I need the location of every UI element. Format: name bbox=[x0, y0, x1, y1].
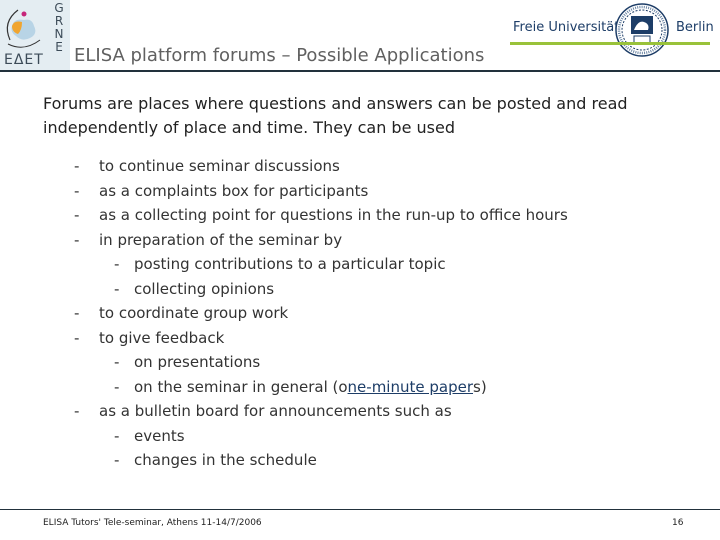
bullet-dash: - bbox=[74, 181, 80, 200]
bullet-text: on presentations bbox=[134, 353, 261, 371]
bullet-list: - to continue seminar discussions - as a… bbox=[0, 154, 720, 473]
bullet-item: - in preparation of the seminar by bbox=[0, 228, 720, 253]
bullet-item: - to coordinate group work bbox=[0, 301, 720, 326]
fu-logo-text-berlin: Berlin bbox=[676, 20, 714, 35]
footer-event-text: ELISA Tutors' Tele-seminar, Athens 11-14… bbox=[43, 518, 262, 528]
bullet-text: to give feedback bbox=[99, 328, 225, 347]
bullet-dash: - bbox=[74, 157, 80, 175]
slide-title: ELISA platform forums – Possible Applica… bbox=[74, 45, 485, 66]
grnet-emblem-icon bbox=[6, 9, 41, 48]
logo-accent-line bbox=[510, 42, 710, 45]
footer-divider bbox=[0, 509, 720, 510]
sub-bullet-item: - on presentations bbox=[0, 350, 720, 375]
university-seal-icon bbox=[615, 3, 669, 57]
one-minute-papers-link[interactable]: ne-minute paper bbox=[348, 378, 473, 396]
bullet-dash: - bbox=[74, 304, 80, 322]
bullet-dash: - bbox=[74, 206, 80, 224]
bullet-dash: - bbox=[114, 377, 120, 396]
bullet-dash: - bbox=[74, 402, 80, 420]
bullet-text: in preparation of the seminar by bbox=[99, 230, 343, 249]
grnet-letters: G R N E bbox=[49, 2, 69, 54]
bullet-text: to coordinate group work bbox=[99, 304, 289, 322]
bullet-item: - as a bulletin board for announcements … bbox=[0, 399, 720, 424]
bullet-text: as a collecting point for questions in t… bbox=[99, 206, 568, 224]
bullet-text: collecting opinions bbox=[134, 279, 275, 298]
bullet-item: - as a collecting point for questions in… bbox=[0, 203, 720, 228]
bullet-dash: - bbox=[114, 451, 120, 469]
bullet-dash: - bbox=[114, 426, 120, 445]
title-divider bbox=[0, 70, 720, 72]
bullet-text: events bbox=[134, 426, 185, 445]
bullet-item: - to give feedback bbox=[0, 326, 720, 351]
sub-bullet-item: - posting contributions to a particular … bbox=[0, 252, 720, 277]
sub-bullet-item: - events bbox=[0, 424, 720, 449]
sub-bullet-item: - collecting opinions bbox=[0, 277, 720, 302]
grnet-logo: G R N E ΕΔΕΤ bbox=[0, 0, 70, 70]
bullet-dash: - bbox=[114, 353, 120, 371]
intro-paragraph: Forums are places where questions and an… bbox=[43, 94, 628, 137]
bullet-item: - to continue seminar discussions bbox=[0, 154, 720, 179]
bullet-text: on the seminar in general (one-minute pa… bbox=[134, 375, 487, 400]
bullet-text: to continue seminar discussions bbox=[99, 157, 340, 175]
bullet-text: as a complaints box for participants bbox=[99, 181, 369, 200]
grnet-greek-text: ΕΔΕΤ bbox=[4, 52, 44, 68]
bullet-text: posting contributions to a particular to… bbox=[134, 255, 446, 273]
fu-logo-text: Freie Universität bbox=[513, 20, 620, 35]
sub-bullet-item: - changes in the schedule bbox=[0, 448, 720, 473]
bullet-text: changes in the schedule bbox=[134, 451, 317, 469]
bullet-text-after: s) bbox=[473, 377, 487, 396]
fu-berlin-logo: Freie Universität Berlin bbox=[510, 2, 715, 60]
page-number: 16 bbox=[672, 518, 684, 528]
bullet-dash: - bbox=[114, 279, 120, 298]
bullet-dash: - bbox=[74, 230, 80, 249]
bullet-dash: - bbox=[74, 328, 80, 347]
bullet-text-before: on the seminar in general (o bbox=[134, 377, 348, 396]
bullet-text: as a bulletin board for announcements su… bbox=[99, 402, 452, 420]
logo-letter: E bbox=[55, 40, 63, 54]
bullet-dash: - bbox=[114, 255, 120, 273]
sub-bullet-item: - on the seminar in general (one-minute … bbox=[0, 375, 720, 400]
bullet-item: - as a complaints box for participants bbox=[0, 179, 720, 204]
